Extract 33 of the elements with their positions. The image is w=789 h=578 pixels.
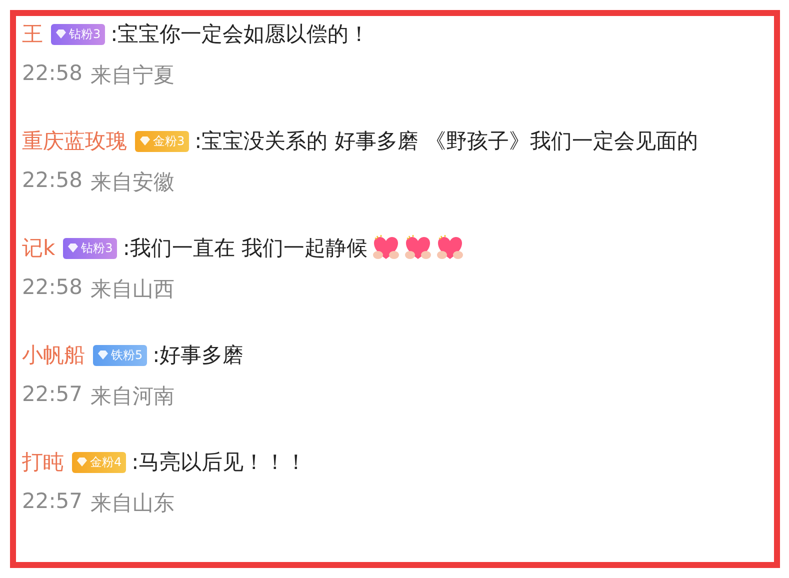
username[interactable]: 王 — [22, 20, 43, 48]
comment-time: 22:57 — [22, 382, 83, 408]
comment-location: 来自宁夏 — [90, 62, 175, 89]
comment-time: 22:58 — [22, 61, 83, 87]
comment-text: :我们一直在 我们一起静候 — [122, 235, 368, 262]
gem-icon — [97, 350, 109, 360]
badge-label: 铁粉5 — [111, 346, 143, 364]
heart-hands-icon — [404, 235, 432, 261]
comment-location: 来自山西 — [90, 276, 175, 303]
heart-hands-icon — [436, 235, 464, 261]
comment-time: 22:57 — [22, 489, 83, 515]
gem-icon — [76, 457, 88, 467]
username[interactable]: 记k — [22, 234, 56, 262]
comment-time: 22:58 — [22, 275, 83, 301]
badge-label: 金粉3 — [153, 132, 185, 150]
gem-icon — [67, 243, 80, 253]
comment-location: 来自山东 — [90, 490, 175, 517]
username[interactable]: 小帆船 — [22, 341, 85, 369]
badge-label: 金粉4 — [90, 454, 122, 470]
comment-text: :宝宝你一定会如愿以偿的！ — [110, 21, 370, 48]
comment-location: 来自河南 — [90, 383, 175, 410]
gem-icon — [55, 29, 67, 39]
comment-text: :宝宝没关系的 好事多磨 《野孩子》我们一定会见面的 — [194, 128, 698, 155]
comment-text: :马亮以后见！！！ — [132, 449, 307, 476]
comment-text: :好事多磨 — [152, 342, 244, 369]
username[interactable]: 打盹 — [22, 448, 64, 476]
comment-time: 22:58 — [22, 168, 83, 194]
heart-hands-icon — [372, 235, 400, 261]
badge-label: 钻粉3 — [81, 240, 113, 256]
username[interactable]: 重庆蓝玫瑰 — [22, 127, 127, 155]
badge-label: 钻粉3 — [69, 26, 101, 42]
comment-location: 来自安徽 — [90, 169, 175, 196]
gem-icon — [139, 136, 151, 146]
